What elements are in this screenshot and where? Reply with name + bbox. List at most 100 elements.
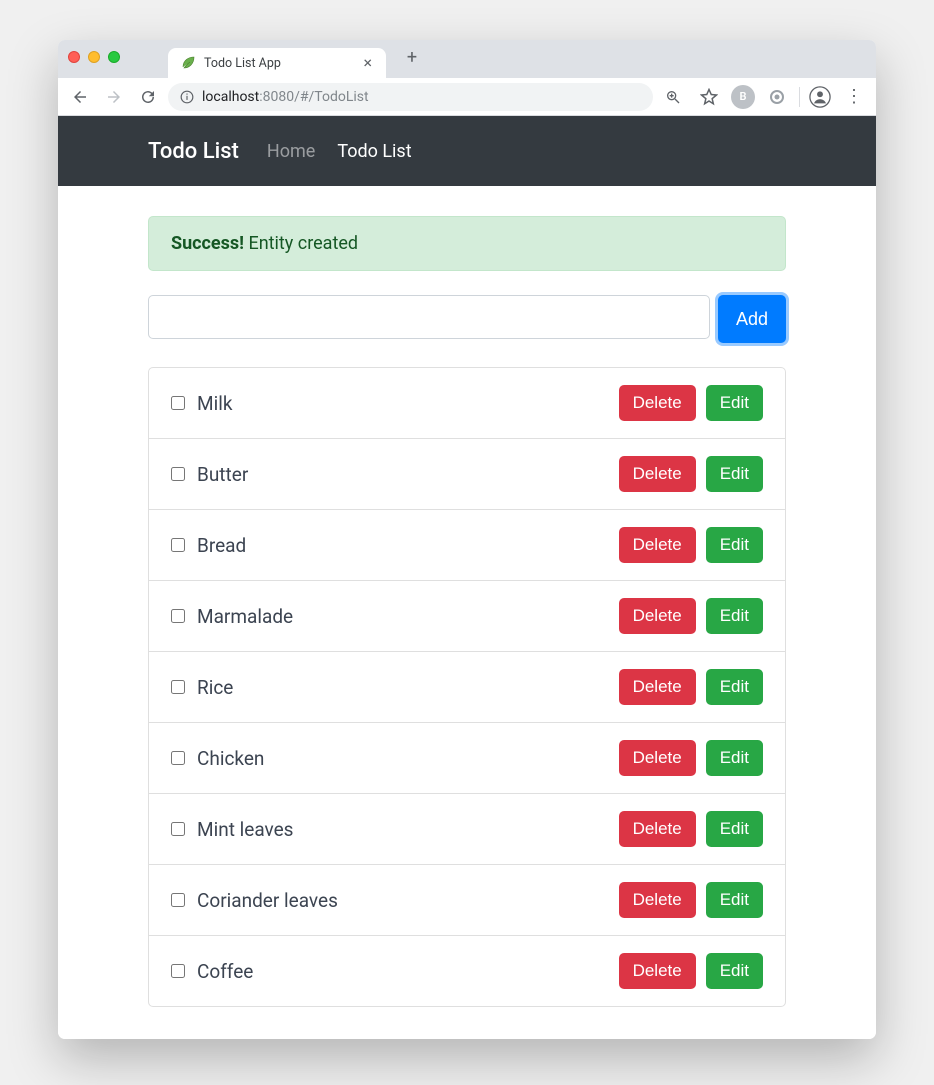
edit-button[interactable]: Edit <box>706 527 763 563</box>
todo-checkbox[interactable] <box>171 538 185 552</box>
navbar-brand[interactable]: Todo List <box>148 139 239 164</box>
toolbar-divider <box>799 87 800 107</box>
edit-button[interactable]: Edit <box>706 385 763 421</box>
todo-actions: Delete Edit <box>619 953 763 989</box>
tab-title: Todo List App <box>204 56 359 71</box>
todo-label: Chicken <box>197 747 607 770</box>
todo-list: Milk Delete Edit Butter Delete Edit Bread Delet… <box>148 367 786 1007</box>
todo-actions: Delete Edit <box>619 527 763 563</box>
todo-checkbox[interactable] <box>171 467 185 481</box>
navbar-links: Home Todo List <box>267 141 412 162</box>
list-item: Coriander leaves Delete Edit <box>149 864 785 935</box>
list-item: Marmalade Delete Edit <box>149 580 785 651</box>
menu-button[interactable]: ⋮ <box>840 83 868 111</box>
page-content: Todo List Home Todo List Success! Entity … <box>58 116 876 1039</box>
todo-actions: Delete Edit <box>619 456 763 492</box>
edit-button[interactable]: Edit <box>706 953 763 989</box>
edit-button[interactable]: Edit <box>706 598 763 634</box>
list-item: Mint leaves Delete Edit <box>149 793 785 864</box>
delete-button[interactable]: Delete <box>619 385 696 421</box>
toolbar-right: B ⋮ <box>659 83 868 111</box>
add-form: Add <box>148 295 786 343</box>
edit-button[interactable]: Edit <box>706 456 763 492</box>
alert-text: Entity created <box>244 233 358 254</box>
kebab-icon: ⋮ <box>845 86 863 107</box>
todo-checkbox[interactable] <box>171 680 185 694</box>
new-tab-button[interactable]: + <box>398 43 426 71</box>
todo-checkbox[interactable] <box>171 751 185 765</box>
list-item: Chicken Delete Edit <box>149 722 785 793</box>
edit-button[interactable]: Edit <box>706 882 763 918</box>
todo-checkbox[interactable] <box>171 964 185 978</box>
todo-label: Mint leaves <box>197 818 607 841</box>
zoom-icon <box>665 89 681 105</box>
list-item: Coffee Delete Edit <box>149 935 785 1006</box>
browser-toolbar: localhost:8080/#/TodoList B ⋮ <box>58 78 876 116</box>
todo-checkbox[interactable] <box>171 822 185 836</box>
todo-actions: Delete Edit <box>619 811 763 847</box>
list-item: Milk Delete Edit <box>149 368 785 438</box>
todo-label: Coriander leaves <box>197 889 607 912</box>
nav-link-todo-list[interactable]: Todo List <box>337 141 411 162</box>
todo-label: Butter <box>197 463 607 486</box>
delete-button[interactable]: Delete <box>619 953 696 989</box>
arrow-right-icon <box>105 88 123 106</box>
app-navbar: Todo List Home Todo List <box>58 116 876 186</box>
todo-checkbox[interactable] <box>171 609 185 623</box>
leaf-icon <box>180 55 196 71</box>
success-alert: Success! Entity created <box>148 216 786 271</box>
todo-label: Coffee <box>197 960 607 983</box>
delete-button[interactable]: Delete <box>619 598 696 634</box>
add-button[interactable]: Add <box>718 295 786 343</box>
extension-icon[interactable]: B <box>731 85 755 109</box>
todo-checkbox[interactable] <box>171 893 185 907</box>
edit-button[interactable]: Edit <box>706 669 763 705</box>
main-container: Success! Entity created Add Milk Delete Ed… <box>58 186 876 1039</box>
zoom-button[interactable] <box>659 83 687 111</box>
delete-button[interactable]: Delete <box>619 811 696 847</box>
delete-button[interactable]: Delete <box>619 527 696 563</box>
back-button[interactable] <box>66 83 94 111</box>
list-item: Bread Delete Edit <box>149 509 785 580</box>
todo-actions: Delete Edit <box>619 598 763 634</box>
address-bar[interactable]: localhost:8080/#/TodoList <box>168 83 653 111</box>
star-icon <box>700 88 718 106</box>
list-item: Rice Delete Edit <box>149 651 785 722</box>
window-controls <box>68 51 120 63</box>
list-item: Butter Delete Edit <box>149 438 785 509</box>
new-todo-input[interactable] <box>148 295 710 339</box>
url-text: localhost:8080/#/TodoList <box>202 89 369 105</box>
person-icon <box>809 86 831 108</box>
profile-avatar[interactable] <box>808 85 832 109</box>
todo-actions: Delete Edit <box>619 740 763 776</box>
todo-label: Rice <box>197 676 607 699</box>
delete-button[interactable]: Delete <box>619 456 696 492</box>
todo-actions: Delete Edit <box>619 882 763 918</box>
arrow-left-icon <box>71 88 89 106</box>
todo-label: Marmalade <box>197 605 607 628</box>
bookmark-button[interactable] <box>695 83 723 111</box>
reload-icon <box>139 88 157 106</box>
window-maximize-button[interactable] <box>108 51 120 63</box>
edit-button[interactable]: Edit <box>706 740 763 776</box>
todo-label: Bread <box>197 534 607 557</box>
tab-close-icon[interactable]: × <box>359 55 376 71</box>
info-icon <box>180 90 194 104</box>
nav-link-home[interactable]: Home <box>267 141 315 162</box>
delete-button[interactable]: Delete <box>619 669 696 705</box>
todo-actions: Delete Edit <box>619 669 763 705</box>
delete-button[interactable]: Delete <box>619 882 696 918</box>
browser-tab[interactable]: Todo List App × <box>168 48 386 78</box>
window-minimize-button[interactable] <box>88 51 100 63</box>
delete-button[interactable]: Delete <box>619 740 696 776</box>
extension-circle-icon[interactable] <box>763 83 791 111</box>
edit-button[interactable]: Edit <box>706 811 763 847</box>
reload-button[interactable] <box>134 83 162 111</box>
todo-checkbox[interactable] <box>171 396 185 410</box>
window-close-button[interactable] <box>68 51 80 63</box>
todo-label: Milk <box>197 392 607 415</box>
browser-tab-strip: Todo List App × + <box>58 40 876 78</box>
alert-strong: Success! <box>171 233 244 254</box>
browser-window: Todo List App × + localhost:8080/#/TodoL… <box>58 40 876 1039</box>
forward-button <box>100 83 128 111</box>
